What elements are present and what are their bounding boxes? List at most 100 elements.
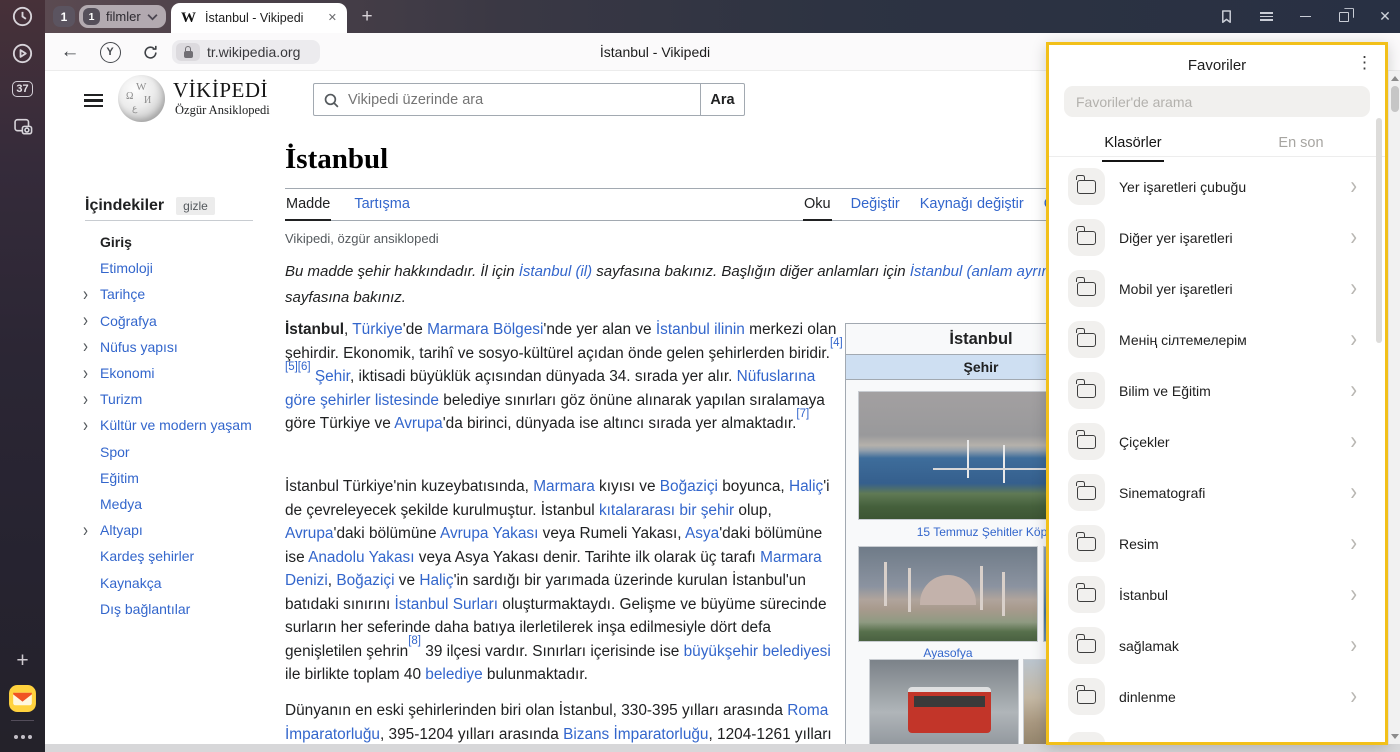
menu-icon[interactable] [1253, 0, 1279, 33]
extensions-counter-badge[interactable]: 37 [0, 80, 45, 98]
wikipedia-logo[interactable]: WΩИع [118, 75, 165, 122]
site-subtitle: Vikipedi, özgür ansiklopedi [285, 231, 439, 246]
favorites-folder-row-partial[interactable] [1068, 732, 1105, 745]
new-tab-button[interactable]: + [357, 7, 377, 27]
toc-item[interactable]: › Turizm [85, 386, 285, 412]
yandex-y-button[interactable]: Y [95, 33, 125, 71]
toc-header: İçindekiler gizle [85, 195, 253, 221]
kebab-menu-icon[interactable]: ⋮ [1356, 53, 1373, 73]
favorites-folder-row[interactable]: Diğer yer işaretleri › [1049, 212, 1385, 263]
tab-group[interactable]: 1 filmler [79, 5, 166, 28]
toc-item[interactable]: › Giriş [85, 229, 285, 255]
favorites-tab[interactable]: En son [1276, 129, 1325, 162]
wiki-search-box[interactable] [313, 83, 701, 116]
toc-item[interactable]: › Medya [85, 491, 285, 517]
toc-item[interactable]: › Tarihçe [85, 281, 285, 307]
article-paragraph: Dünyanın en eski şehirlerinden biri olan… [285, 699, 845, 746]
favorites-header: Favoriler ⋮ [1049, 45, 1385, 85]
toc-item[interactable]: › Eğitim [85, 465, 285, 491]
active-tab[interactable]: W İstanbul - Vikipedi ✕ [171, 3, 347, 33]
toc-expand-icon[interactable]: › [83, 362, 88, 384]
article-paragraph: İstanbul Türkiye'nin kuzeybatısında, Mar… [285, 475, 845, 687]
favorites-folder-row[interactable]: sağlamak › [1049, 620, 1385, 671]
chevron-right-icon: › [1350, 529, 1357, 558]
folder-icon [1068, 219, 1105, 256]
favorites-folder-list: Yer işaretleri çubuğu › Diğer yer işaret… [1049, 161, 1385, 722]
toc-expand-icon[interactable]: › [83, 283, 88, 305]
toc-item[interactable]: › Coğrafya [85, 308, 285, 334]
page-scrollbar[interactable] [1388, 71, 1400, 744]
favorites-folder-row[interactable]: İstanbul › [1049, 569, 1385, 620]
article-namespace-tab[interactable]: Tartışma [353, 192, 411, 221]
chevron-right-icon: › [1350, 223, 1357, 252]
wiki-wordmark[interactable]: VİKİPEDİ [173, 78, 268, 103]
toolbar-page-title: İstanbul - Vikipedi [305, 33, 1005, 71]
scroll-up-icon[interactable] [1391, 76, 1399, 81]
toc-expand-icon[interactable]: › [83, 388, 88, 410]
toc-item[interactable]: › Kültür ve modern yaşam [85, 412, 285, 438]
toc-expand-icon[interactable]: › [83, 336, 88, 358]
favorites-folder-row[interactable]: Mobil yer işaretleri › [1049, 263, 1385, 314]
favorites-folder-row[interactable]: Çiçekler › [1049, 416, 1385, 467]
maximize-icon[interactable] [1331, 0, 1357, 33]
article-namespace-tab[interactable]: Madde [285, 192, 331, 221]
side-panel-bookmark-icon[interactable] [1213, 0, 1239, 33]
folder-icon [1068, 474, 1105, 511]
toc-item[interactable]: › Kardeş şehirler [85, 543, 285, 569]
history-icon[interactable] [0, 5, 45, 27]
toc-item[interactable]: › Dış bağlantılar [85, 596, 285, 622]
favorites-folder-row[interactable]: Sinematografi › [1049, 467, 1385, 518]
scrollbar-thumb[interactable] [1391, 86, 1399, 112]
media-play-icon[interactable] [0, 42, 45, 64]
toc-item[interactable]: › Nüfus yapısı [85, 334, 285, 360]
toc-item[interactable]: › Kaynakça [85, 569, 285, 595]
toc-item[interactable]: › Etimoloji [85, 255, 285, 281]
article-view-tab[interactable]: Değiştir [850, 192, 901, 221]
url-text: tr.wikipedia.org [207, 44, 300, 60]
reload-button[interactable] [135, 33, 165, 71]
favorites-search-input[interactable] [1064, 86, 1370, 117]
lock-icon[interactable] [176, 43, 200, 61]
favorites-folder-row[interactable]: Менің сілтемелерім › [1049, 314, 1385, 365]
more-dots-icon[interactable] [0, 730, 45, 744]
favorites-tabs: Klasörler En son [1049, 129, 1385, 162]
toc-expand-icon[interactable]: › [83, 310, 88, 332]
minimize-icon[interactable] [1292, 0, 1318, 33]
favorites-folder-row[interactable]: Bilim ve Eğitim › [1049, 365, 1385, 416]
infobox-caption[interactable]: Ayasofya [858, 646, 1038, 660]
screenshot-icon[interactable] [0, 116, 45, 138]
wiki-menu-icon[interactable] [84, 90, 104, 111]
yandex-mail-icon[interactable] [0, 684, 45, 712]
favorites-folder-row[interactable]: dinlenme › [1049, 671, 1385, 722]
folder-icon [1068, 525, 1105, 562]
toc-item[interactable]: › Ekonomi [85, 360, 285, 386]
chevron-right-icon: › [1350, 376, 1357, 405]
favorites-tab[interactable]: Klasörler [1102, 129, 1163, 162]
folder-icon [1068, 576, 1105, 613]
favorites-folder-row[interactable]: Yer işaretleri çubuğu › [1049, 161, 1385, 212]
toc-expand-icon[interactable]: › [83, 519, 88, 541]
tab-close-icon[interactable]: ✕ [328, 13, 337, 24]
toc-expand-icon[interactable]: › [83, 414, 88, 436]
add-plus-icon[interactable]: + [0, 650, 45, 672]
folder-icon [1068, 678, 1105, 715]
toc-item[interactable]: › Spor [85, 439, 285, 465]
browser-sidebar: 37 + [0, 0, 45, 752]
panel-scrollbar-thumb[interactable] [1376, 118, 1382, 343]
wiki-search-input[interactable] [348, 92, 700, 108]
favorites-folder-row[interactable]: Resim › [1049, 518, 1385, 569]
scroll-down-icon[interactable] [1391, 734, 1399, 739]
wiki-search-button[interactable]: Ara [700, 83, 745, 116]
back-button[interactable]: ← [55, 33, 85, 71]
tab-counter-badge[interactable]: 1 [53, 6, 75, 27]
article-view-tab[interactable]: Oku [803, 192, 832, 221]
infobox-image-hagia-sophia[interactable] [858, 546, 1038, 642]
infobox-image-tram[interactable] [869, 659, 1019, 751]
article-view-tab[interactable]: Kaynağı değiştir [919, 192, 1025, 221]
address-bar[interactable]: tr.wikipedia.org [172, 40, 320, 64]
folder-icon [1068, 627, 1105, 664]
close-icon[interactable]: ✕ [1372, 0, 1398, 33]
toc-hide-button[interactable]: gizle [176, 197, 215, 215]
toc-item[interactable]: › Altyapı [85, 517, 285, 543]
tab-bar: 1 1 filmler W İstanbul - Vikipedi ✕ + ✕ [45, 0, 1400, 33]
